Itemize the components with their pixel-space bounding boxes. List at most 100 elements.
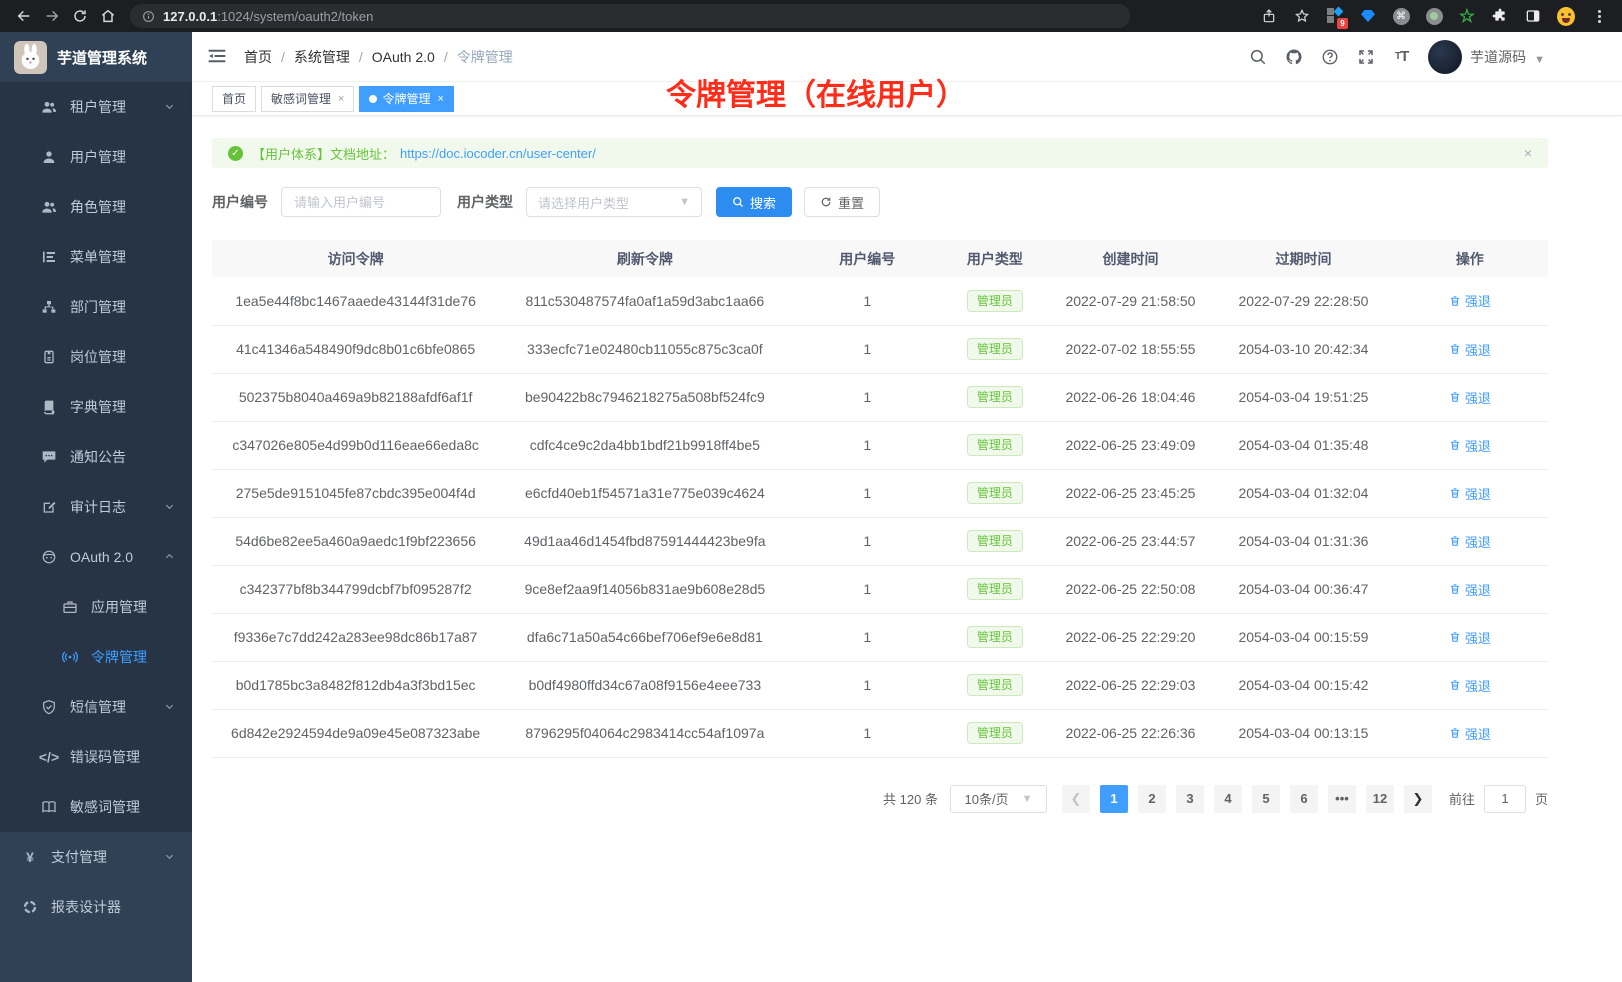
sidebar-item-oauth2-app[interactable]: 应用管理 [0,582,192,632]
breadcrumb-oauth2[interactable]: OAuth 2.0 [372,49,435,65]
url-bar[interactable]: 127.0.0.1:1024/system/oauth2/token [130,4,1130,28]
sidebar-item-pay[interactable]: ¥支付管理 [0,832,192,882]
extension-puzzle-icon[interactable] [1491,7,1509,25]
action-cell: 强退 [1392,421,1548,469]
user-type-cell: 管理员 [944,661,1046,709]
page-size-select[interactable]: 10条/页 ▼ [950,785,1047,813]
tab-label: 首页 [222,90,246,107]
prev-page-button[interactable]: ❮ [1062,785,1090,813]
alert-close-icon[interactable]: × [1524,145,1532,161]
page-ellipsis[interactable]: ••• [1328,785,1356,813]
sidebar-item-oauth2-token[interactable]: 令牌管理 [0,632,192,682]
page-button-5[interactable]: 5 [1252,785,1280,813]
refresh-token-cell: b0df4980ffd34c67a08f9156e4eee733 [499,661,790,709]
browser-menu-icon[interactable] [1590,7,1608,25]
sidebar-item-sensitive-word[interactable]: 敏感词管理 [0,782,192,832]
help-icon[interactable] [1320,47,1339,66]
site-info-icon[interactable] [142,10,155,23]
sidebar-item-menu[interactable]: 菜单管理 [0,232,192,282]
sidebar-item-user[interactable]: 用户管理 [0,132,192,182]
force-logout-button[interactable]: 强退 [1449,291,1491,310]
chevron-down-icon: ▼ [679,196,690,208]
sidebar-item-label: 字典管理 [70,397,126,417]
force-logout-button[interactable]: 强退 [1449,532,1491,551]
sidebar: 芋道管理系统 租户管理用户管理角色管理菜单管理部门管理岗位管理字典管理通知公告审… [0,32,192,982]
user-type-badge: 管理员 [967,722,1023,744]
extension-record-icon[interactable] [1425,7,1443,25]
browser-home-icon[interactable] [94,2,122,30]
browser-reload-icon[interactable] [66,2,94,30]
sidebar-item-dict[interactable]: 字典管理 [0,382,192,432]
force-logout-button[interactable]: 强退 [1449,340,1491,359]
sidebar-item-role[interactable]: 角色管理 [0,182,192,232]
action-cell: 强退 [1392,373,1548,421]
search-button[interactable]: 搜索 [716,187,792,217]
force-logout-button[interactable]: 强退 [1449,628,1491,647]
page-button-4[interactable]: 4 [1214,785,1242,813]
extension-blocks-icon[interactable]: 9 [1326,7,1344,25]
profile-avatar[interactable] [1557,7,1575,25]
column-header: 刷新令牌 [499,240,790,277]
sidebar-item-error-code[interactable]: </>错误码管理 [0,732,192,782]
tab-home[interactable]: 首页 [212,86,256,112]
table-row: 54d6be82ee5a460a9aedc1f9bf22365649d1aa46… [212,517,1548,565]
page-jump-input[interactable] [1484,785,1526,813]
page-button-1[interactable]: 1 [1100,785,1128,813]
font-size-icon[interactable]: TT [1392,47,1411,66]
page-button-2[interactable]: 2 [1138,785,1166,813]
access-token-cell: c342377bf8b344799dcbf7bf095287f2 [212,565,499,613]
page-button-12[interactable]: 12 [1366,785,1394,813]
page-jumper: 前往 页 [1449,785,1548,813]
extension-gem-icon[interactable] [1359,7,1377,25]
force-logout-button[interactable]: 强退 [1449,580,1491,599]
chevron-down-icon: ▼ [1534,54,1545,66]
sidebar-item-label: 通知公告 [70,447,126,467]
sidebar-item-post[interactable]: 岗位管理 [0,332,192,382]
user-type-select[interactable]: 请选择用户类型 ▼ [526,187,702,217]
reset-button[interactable]: 重置 [804,187,880,217]
user-avatar[interactable] [1428,40,1462,74]
collapse-sidebar-icon[interactable] [207,46,229,68]
github-icon[interactable] [1284,47,1303,66]
tab-token[interactable]: 令牌管理× [359,86,453,112]
force-logout-button[interactable]: 强退 [1449,676,1491,695]
user-type-badge: 管理员 [967,626,1023,648]
sidebar-item-report[interactable]: 报表设计器 [0,882,192,932]
share-icon[interactable] [1260,7,1278,25]
force-logout-button[interactable]: 强退 [1449,724,1491,743]
user-menu[interactable]: 芋道源码 ▼ [1428,40,1545,74]
page-button-3[interactable]: 3 [1176,785,1204,813]
sidebar-item-sms[interactable]: 短信管理 [0,682,192,732]
browser-forward-icon[interactable] [38,2,66,30]
breadcrumb-system[interactable]: 系统管理 [294,47,350,67]
doc-link[interactable]: https://doc.iocoder.cn/user-center/ [400,146,596,161]
tab-close-icon[interactable]: × [338,93,344,105]
extension-star-icon[interactable] [1458,7,1476,25]
sidebar-item-oauth2[interactable]: OAuth 2.0 [0,532,192,582]
sidebar-item-audit-log[interactable]: 审计日志 [0,482,192,532]
browser-back-icon[interactable] [10,2,38,30]
force-logout-button[interactable]: 强退 [1449,484,1491,503]
tab-sensitive-word[interactable]: 敏感词管理× [261,86,354,112]
header-search-icon[interactable] [1248,47,1267,66]
breadcrumb-home[interactable]: 首页 [244,47,272,67]
tab-close-icon[interactable]: × [437,93,443,105]
extension-command-icon[interactable]: ⌘ [1392,7,1410,25]
sidebar-toggle-icon[interactable] [1524,7,1542,25]
sidebar-item-tenant[interactable]: 租户管理 [0,82,192,132]
chevron-down-icon: ▼ [1022,793,1033,805]
fullscreen-icon[interactable] [1356,47,1375,66]
app-logo[interactable]: 芋道管理系统 [0,32,192,82]
sidebar-item-notice[interactable]: 通知公告 [0,432,192,482]
force-logout-button[interactable]: 强退 [1449,388,1491,407]
column-header: 用户类型 [944,240,1046,277]
root-menu-group: ¥支付管理报表设计器 [0,832,192,932]
next-page-button[interactable]: ❯ [1404,785,1432,813]
sidebar-item-dept[interactable]: 部门管理 [0,282,192,332]
bookmark-star-icon[interactable] [1293,7,1311,25]
force-logout-button[interactable]: 强退 [1449,436,1491,455]
page-button-6[interactable]: 6 [1290,785,1318,813]
user-id-cell: 1 [790,709,944,757]
user-id-input[interactable] [281,187,441,217]
access-token-cell: 6d842e2924594de9a09e45e087323abe [212,709,499,757]
